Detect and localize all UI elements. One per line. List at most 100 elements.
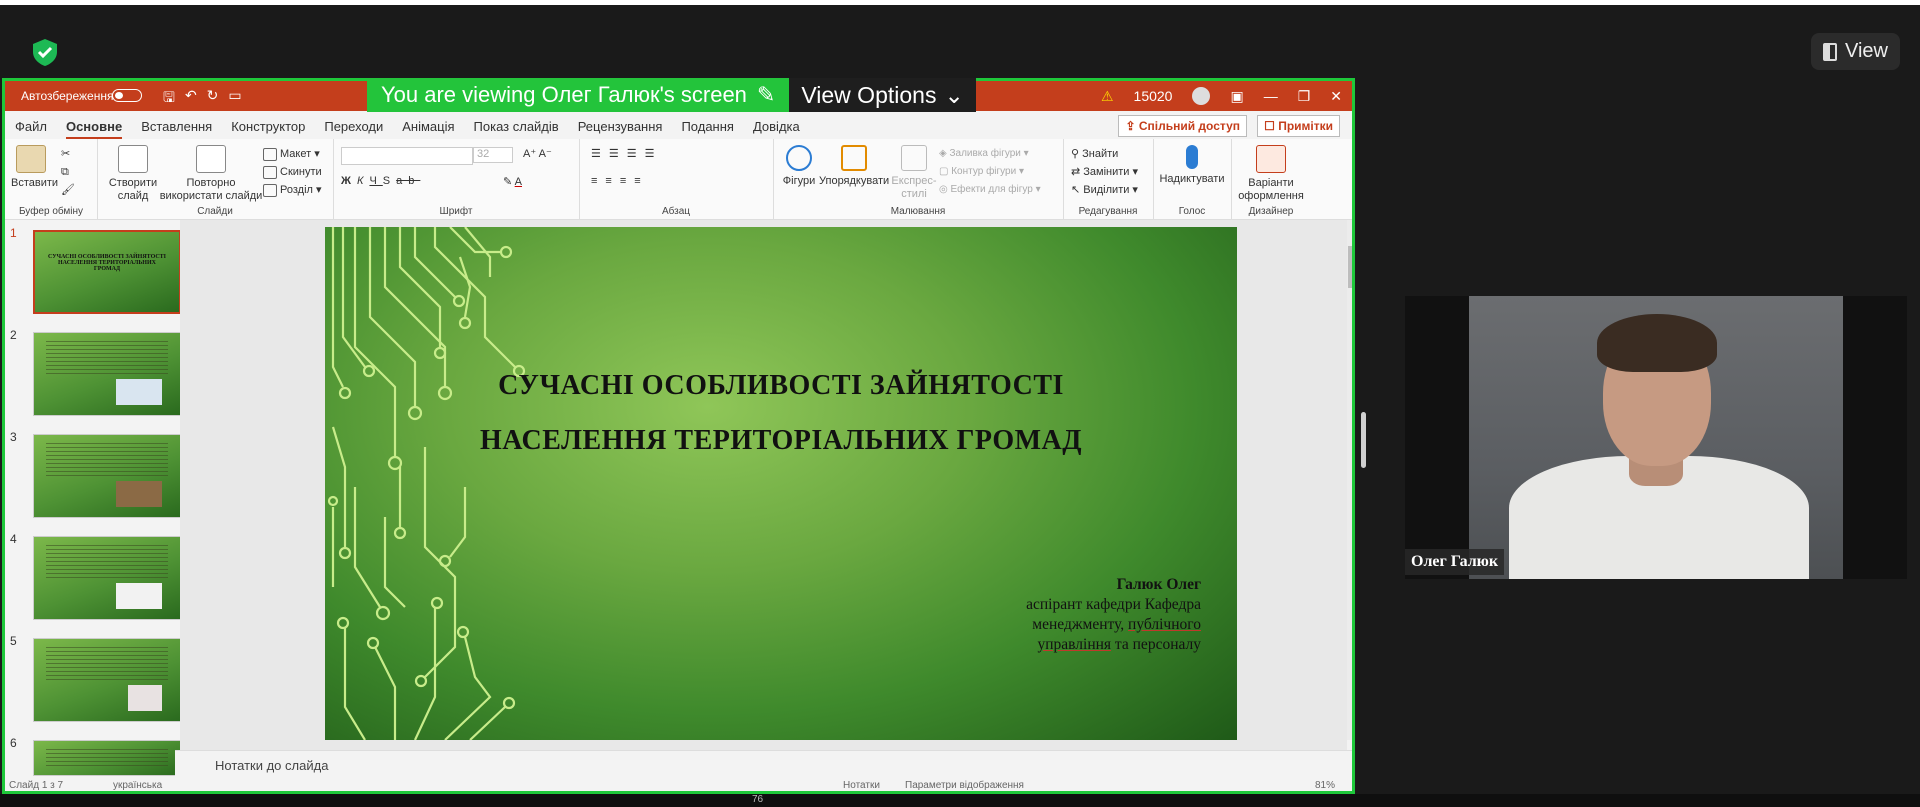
status-notes-button[interactable]: Нотатки <box>843 780 880 791</box>
reset-button[interactable]: Скинути <box>263 163 322 181</box>
layout-button[interactable]: Макет ▾ <box>263 145 322 163</box>
slide-thumbnail-2[interactable] <box>33 332 181 416</box>
present-icon[interactable]: ▭ <box>228 87 241 111</box>
close-icon[interactable]: ✕ <box>1330 88 1342 105</box>
notes-pane[interactable]: Нотатки до слайда <box>175 750 1352 779</box>
shared-screen: Автозбереження 🖫 ↶ ↻ ▭ ⚠ 15020 ▣ — ❐ ✕ Ф… <box>2 78 1355 794</box>
quick-access-toolbar: 🖫 ↶ ↻ ▭ <box>163 87 242 111</box>
shapes-button[interactable]: Фігури <box>779 145 819 188</box>
arrange-icon <box>841 145 867 171</box>
scrollbar-thumb[interactable] <box>1348 246 1352 288</box>
view-button[interactable]: View <box>1811 33 1900 70</box>
express-styles-icon <box>901 145 927 171</box>
cut-icon[interactable]: ✂ <box>61 145 75 163</box>
thumb-text-lines <box>46 443 168 477</box>
annotate-pen-icon[interactable]: ✎ <box>757 82 775 108</box>
shapes-label: Фігури <box>782 175 816 187</box>
copy-icon[interactable]: ⧉ <box>61 163 75 181</box>
thumb-text-lines <box>46 749 168 769</box>
bold-icon[interactable]: Ж <box>341 175 357 187</box>
tab-view[interactable]: Подання <box>681 119 734 140</box>
grow-font-icon[interactable]: A⁺ <box>523 148 536 160</box>
tab-slideshow[interactable]: Показ слайдів <box>474 119 559 140</box>
current-slide[interactable]: СУЧАСНІ ОСОБЛИВОСТІ ЗАЙНЯТОСТІ НАСЕЛЕННЯ… <box>325 227 1237 740</box>
tab-transitions[interactable]: Переходи <box>324 119 383 140</box>
design-ideas-button[interactable]: Варіанти оформлення <box>1235 145 1307 203</box>
participant-video[interactable] <box>1405 296 1907 579</box>
slide-author-block[interactable]: Галюк Олег аспірант кафедри Кафедра мене… <box>1026 575 1201 655</box>
shape-effects-label: Ефекти для фігур <box>950 184 1033 195</box>
tab-insert[interactable]: Вставлення <box>141 119 212 140</box>
bullets-icon[interactable]: ☰ <box>591 148 609 160</box>
view-options-button[interactable]: View Options ⌄ <box>789 78 976 112</box>
minimize-icon[interactable]: — <box>1264 88 1278 104</box>
numbering-icon[interactable]: ☰ <box>609 148 627 160</box>
underline-icon[interactable]: Ч <box>369 175 382 187</box>
security-shield-icon[interactable] <box>30 37 60 67</box>
shape-effects-icon: ◎ <box>939 184 951 195</box>
shadow-icon[interactable]: S <box>383 175 396 187</box>
paragraph-group: ☰☰☰☰ ≡≡≡≡ Абзац <box>579 139 774 219</box>
clipboard-small-icons: ✂ ⧉ 🖌 <box>61 145 75 199</box>
comments-button[interactable]: ☐ Примітки <box>1257 115 1340 137</box>
participants-count[interactable]: 76 <box>752 794 763 805</box>
replace-button[interactable]: ⇄ Замінити ▾ <box>1071 163 1138 181</box>
slide-thumbnail-4[interactable] <box>33 536 181 620</box>
select-button[interactable]: ↖ Виділити ▾ <box>1071 181 1138 199</box>
shape-effects-button[interactable]: ◎ Ефекти для фігур ▾ <box>939 181 1041 199</box>
tab-review[interactable]: Рецензування <box>578 119 663 140</box>
format-painter-icon[interactable]: 🖌 <box>61 181 75 199</box>
slide-vertical-scrollbar[interactable] <box>1347 220 1352 740</box>
account-avatar[interactable] <box>1192 87 1211 105</box>
save-icon[interactable]: 🖫 <box>163 87 175 111</box>
font-name-box[interactable] <box>341 147 473 165</box>
reuse-slides-icon <box>196 145 226 173</box>
line-spacing-icon[interactable]: ☰ <box>645 148 663 160</box>
slide-title-line-1[interactable]: СУЧАСНІ ОСОБЛИВОСТІ ЗАЙНЯТОСТІ <box>325 370 1237 402</box>
restore-icon[interactable]: ❐ <box>1298 88 1311 105</box>
shape-outline-button[interactable]: ▢ Контур фігури ▾ <box>939 163 1041 181</box>
panel-resize-handle[interactable] <box>1361 412 1366 468</box>
reuse-slides-button[interactable]: Повторно використати слайди <box>159 145 263 203</box>
slide-thumbnail-3[interactable] <box>33 434 181 518</box>
redo-icon[interactable]: ↻ <box>207 87 219 111</box>
slide-title-line-2[interactable]: НАСЕЛЕННЯ ТЕРИТОРІАЛЬНИХ ГРОМАД <box>325 425 1237 457</box>
font-color-icon[interactable]: A <box>515 176 522 188</box>
share-button[interactable]: ⇪ Спільний доступ <box>1118 115 1247 137</box>
tab-design[interactable]: Конструктор <box>231 119 305 140</box>
autosave-toggle[interactable] <box>112 89 142 102</box>
section-button[interactable]: Розділ ▾ <box>263 181 322 199</box>
slide-thumbnail-5[interactable] <box>33 638 181 722</box>
dictate-button[interactable]: Надиктувати <box>1157 145 1227 186</box>
status-zoom-level[interactable]: 81% <box>1315 780 1335 791</box>
align-center-icon[interactable]: ≡ <box>605 175 619 187</box>
express-styles-button[interactable]: Експрес-стилі <box>889 145 939 201</box>
paste-button[interactable]: Вставити <box>11 145 58 190</box>
align-left-icon[interactable]: ≡ <box>591 175 605 187</box>
voice-group-label: Голос <box>1178 206 1206 217</box>
shape-fill-button[interactable]: ◈ Заливка фігури ▾ <box>939 145 1041 163</box>
shrink-font-icon[interactable]: A⁻ <box>539 148 552 160</box>
font-size-box[interactable]: 32 <box>473 147 513 163</box>
italic-icon[interactable]: К <box>357 175 369 187</box>
tab-home[interactable]: Основне <box>65 119 123 140</box>
tab-help[interactable]: Довідка <box>753 119 800 140</box>
status-display-settings[interactable]: Параметри відображення <box>905 780 1024 791</box>
status-language[interactable]: українська <box>113 780 162 791</box>
find-button[interactable]: ⚲ Знайти <box>1071 145 1138 163</box>
editing-group: ⚲ Знайти ⇄ Замінити ▾ ↖ Виділити ▾ Редаг… <box>1063 139 1154 219</box>
indent-icon[interactable]: ☰ <box>627 148 645 160</box>
slide-thumbnail-1[interactable]: СУЧАСНІ ОСОБЛИВОСТІ ЗАЙНЯТОСТІ НАСЕЛЕННЯ… <box>33 230 181 314</box>
arrange-button[interactable]: Упорядкувати <box>819 145 889 188</box>
ribbon-display-icon[interactable]: ▣ <box>1230 88 1243 105</box>
section-icon <box>263 183 277 197</box>
new-slide-button[interactable]: Створити слайд <box>107 145 159 203</box>
align-right-icon[interactable]: ≡ <box>620 175 634 187</box>
strikethrough-icon[interactable]: ab <box>396 175 420 187</box>
tab-animations[interactable]: Анімація <box>402 119 454 140</box>
undo-icon[interactable]: ↶ <box>185 87 197 111</box>
slide-thumbnail-6[interactable] <box>33 740 181 776</box>
tab-file[interactable]: Файл <box>15 119 47 140</box>
highlight-icon[interactable]: ✎ <box>503 176 512 188</box>
justify-icon[interactable]: ≡ <box>634 175 648 187</box>
